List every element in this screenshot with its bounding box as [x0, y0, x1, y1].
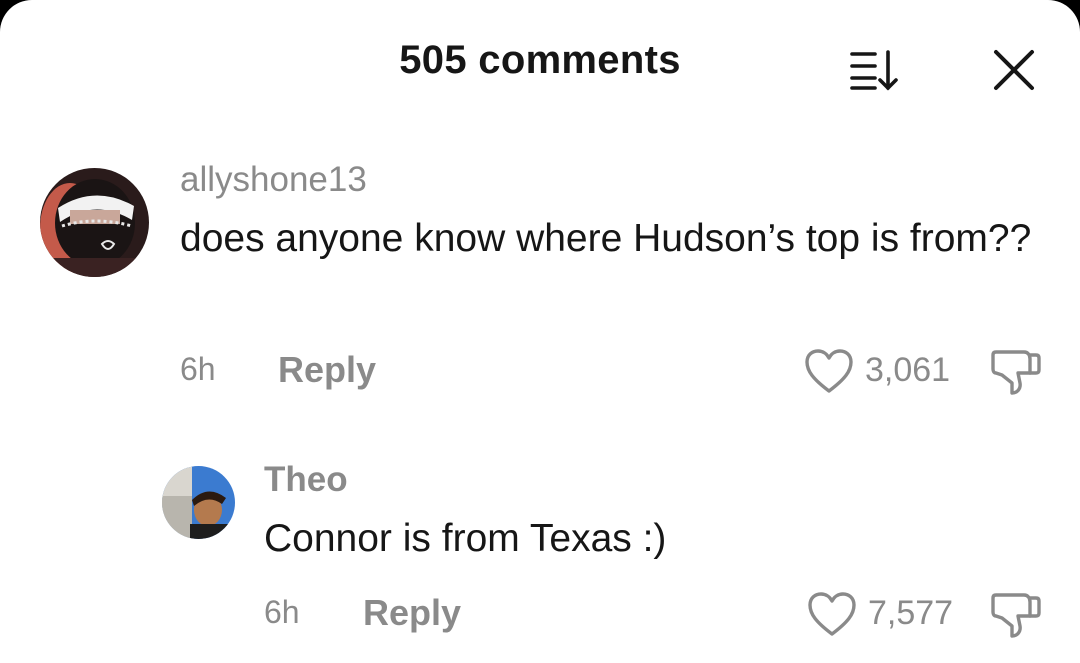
like-button[interactable] — [806, 590, 858, 638]
like-count: 7,577 — [868, 594, 954, 632]
comment-timestamp: 6h — [180, 351, 216, 387]
close-icon — [994, 50, 1034, 90]
avatar-image — [40, 168, 149, 277]
heart-icon — [805, 349, 853, 393]
like-count: 3,061 — [865, 351, 951, 389]
thumbs-down-icon — [991, 350, 1041, 395]
comments-sheet: 505 comments allyshone13 does anyone kno… — [0, 0, 1080, 663]
comments-count-title: 505 comments — [399, 38, 681, 82]
avatar[interactable] — [162, 466, 235, 539]
dislike-button[interactable] — [990, 590, 1042, 640]
comment-username[interactable]: allyshone13 — [180, 160, 367, 200]
comment-text: does anyone know where Hudson’s top is f… — [180, 217, 1032, 260]
reply-button[interactable]: Reply — [363, 592, 461, 634]
like-button[interactable] — [803, 347, 855, 395]
dislike-button[interactable] — [990, 347, 1042, 397]
comment-username[interactable]: Theo — [264, 460, 348, 500]
comment-text: Connor is from Texas :) — [264, 517, 667, 560]
heart-icon — [808, 592, 856, 636]
sort-icon — [850, 50, 898, 91]
thumbs-down-icon — [991, 593, 1041, 638]
avatar-image — [162, 466, 235, 539]
close-button[interactable] — [990, 46, 1038, 94]
avatar[interactable] — [40, 168, 149, 277]
reply-button[interactable]: Reply — [278, 349, 376, 391]
comment-timestamp: 6h — [264, 594, 300, 630]
sort-button[interactable] — [848, 46, 904, 92]
